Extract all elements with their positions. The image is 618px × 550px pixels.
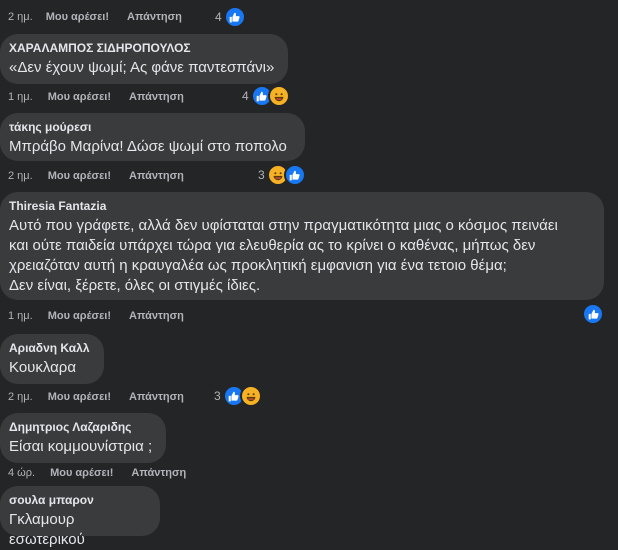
comment-author[interactable]: σουλα μπαρον	[9, 493, 148, 508]
haha-reaction-icon	[267, 85, 290, 107]
reaction-count: 4	[215, 10, 222, 24]
reply-button[interactable]: Απάντηση	[129, 310, 184, 322]
reply-button[interactable]: Απάντηση	[129, 170, 184, 182]
comment-actions: 1 ημ. Μου αρέσει! Απάντηση	[8, 89, 184, 105]
reaction-count: 4	[242, 89, 249, 103]
comment-author[interactable]: τάκης μούρεσι	[9, 120, 293, 135]
comment-actions: 2 ημ. Μου αρέσει! Απάντηση	[8, 9, 182, 25]
like-reaction-icon	[283, 164, 306, 186]
reply-button[interactable]: Απάντηση	[127, 11, 182, 23]
comment-bubble: Δημητριος Λαζαριδης Είσαι κομμουνίστρια …	[0, 413, 166, 463]
comment-bubble: Αριαδνη Καλλ Κουκλαρα	[0, 334, 104, 384]
comment-timestamp[interactable]: 1 ημ.	[8, 91, 33, 103]
comment-actions: 4 ώρ. Μου αρέσει! Απάντηση	[8, 465, 186, 481]
comment-author[interactable]: Αριαδνη Καλλ	[9, 341, 92, 356]
comment-timestamp[interactable]: 4 ώρ.	[8, 467, 35, 479]
comment-timestamp[interactable]: 1 ημ.	[8, 310, 33, 322]
reaction-count: 3	[258, 168, 265, 182]
comment-timestamp[interactable]: 2 ημ.	[8, 391, 33, 403]
comment-actions: 2 ημ. Μου αρέσει! Απάντηση	[8, 389, 184, 405]
comment-bubble: ΧΑΡΑΛΑΜΠΟΣ ΣΙΔΗΡΟΠΟΥΛΟΣ «Δεν έχουν ψωμί;…	[0, 34, 288, 84]
reaction-count: 3	[214, 389, 221, 403]
reaction-summary[interactable]: 3	[258, 164, 306, 186]
reaction-summary[interactable]	[582, 303, 604, 325]
comment-text: «Δεν έχουν ψωμί; Ας φάνε παντεσπάνι»	[9, 59, 275, 76]
comment-text: Κουκλαρα	[9, 359, 77, 376]
like-button[interactable]: Μου αρέσει!	[48, 91, 111, 103]
comment-text: Είσαι κομμουνίστρια ;	[9, 438, 153, 455]
comment-author[interactable]: Δημητριος Λαζαριδης	[9, 420, 154, 435]
reaction-summary[interactable]: 4	[242, 85, 290, 107]
comment-bubble: Thiresia Fantazia Αυτό που γράφετε, αλλά…	[0, 192, 604, 300]
reaction-summary[interactable]: 3	[214, 385, 262, 407]
comment-actions: 2 ημ. Μου αρέσει! Απάντηση	[8, 168, 184, 184]
comment-author[interactable]: Thiresia Fantazia	[9, 199, 592, 214]
reaction-summary[interactable]: 4	[215, 6, 246, 28]
like-button[interactable]: Μου αρέσει!	[50, 467, 113, 479]
reply-button[interactable]: Απάντηση	[129, 391, 184, 403]
like-reaction-icon	[223, 6, 246, 28]
comment-text: Αυτό που γράφετε, αλλά δεν υφίσταται στη…	[9, 217, 558, 294]
comment-bubble: τάκης μούρεσι Μπράβο Μαρίνα! Δώσε ψωμί σ…	[0, 113, 305, 161]
like-button[interactable]: Μου αρέσει!	[48, 170, 111, 182]
like-reaction-icon	[582, 303, 604, 325]
comment-timestamp[interactable]: 2 ημ.	[8, 170, 33, 182]
comment-bubble: σουλα μπαρον Γκλαμουρ εσωτερικού	[0, 486, 160, 548]
reply-button[interactable]: Απάντηση	[129, 91, 184, 103]
like-button[interactable]: Μου αρέσει!	[46, 11, 109, 23]
comment-text: Γκλαμουρ εσωτερικού	[9, 511, 85, 548]
comment-text: Μπράβο Μαρίνα! Δώσε ψωμί στο ποπολο	[9, 138, 287, 155]
comment-actions: 1 ημ. Μου αρέσει! Απάντηση	[8, 308, 184, 324]
haha-reaction-icon	[239, 385, 262, 407]
like-button[interactable]: Μου αρέσει!	[48, 391, 111, 403]
like-button[interactable]: Μου αρέσει!	[48, 310, 111, 322]
comment-author[interactable]: ΧΑΡΑΛΑΜΠΟΣ ΣΙΔΗΡΟΠΟΥΛΟΣ	[9, 41, 276, 56]
reply-button[interactable]: Απάντηση	[131, 467, 186, 479]
comment-timestamp[interactable]: 2 ημ.	[8, 11, 33, 23]
